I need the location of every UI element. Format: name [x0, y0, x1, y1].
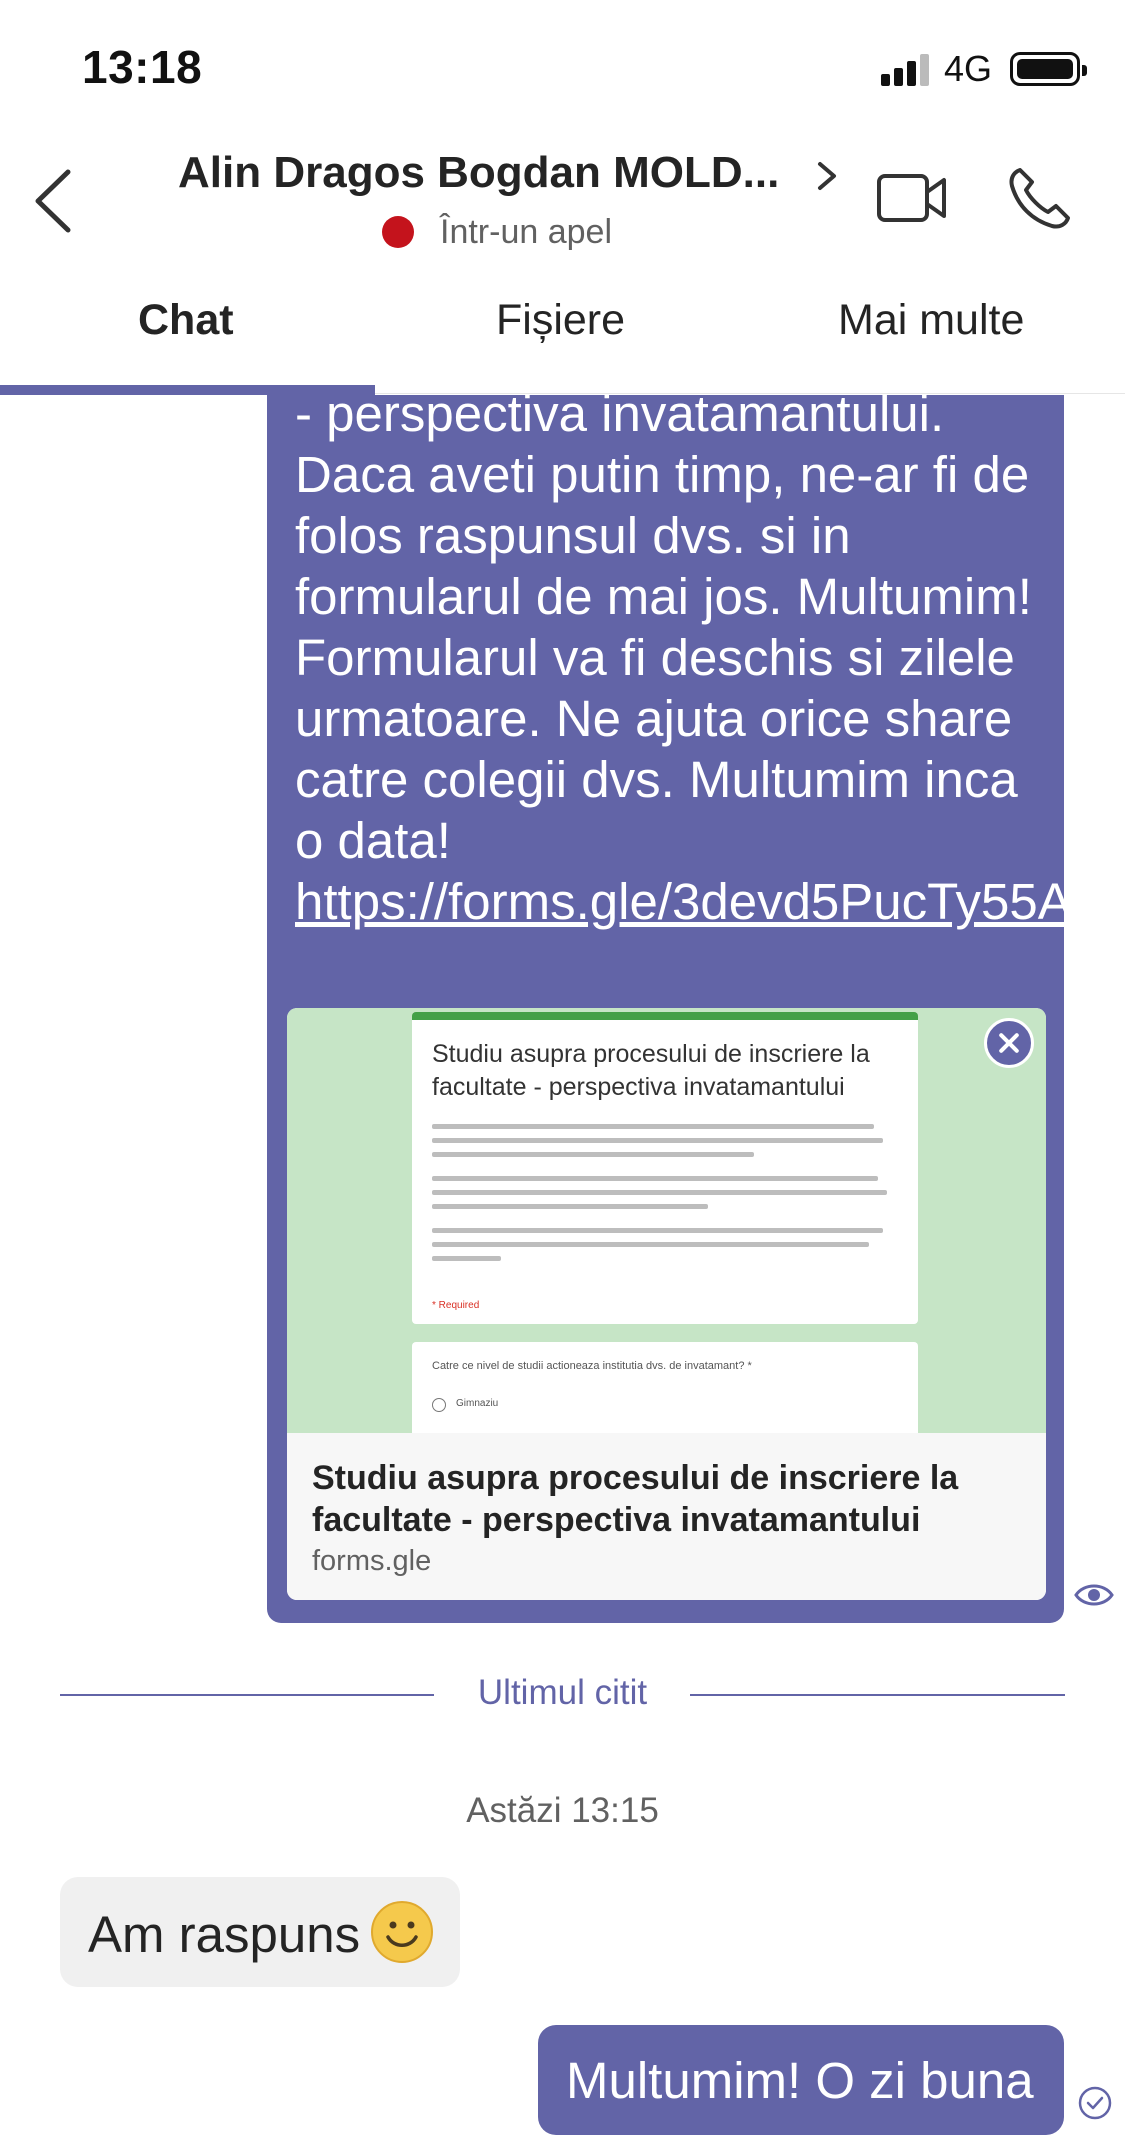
- audio-call-button[interactable]: [1006, 166, 1072, 232]
- incoming-message[interactable]: Am raspuns: [60, 1877, 460, 1987]
- signal-icon: [881, 54, 931, 86]
- link-preview-domain: forms.gle: [312, 1545, 432, 1577]
- close-icon[interactable]: [984, 1018, 1034, 1068]
- phone-call-icon: [1009, 168, 1070, 229]
- tab-more[interactable]: Mai multe: [838, 296, 1024, 345]
- message-body: - perspectiva invatamantului. Daca aveti…: [295, 395, 1032, 869]
- last-read-divider: Ultimul citit: [60, 1665, 1065, 1725]
- video-call-button[interactable]: [876, 170, 948, 226]
- message-text: - perspectiva invatamantului. Daca aveti…: [295, 395, 1125, 932]
- network-type: 4G: [944, 48, 993, 89]
- video-call-icon: [877, 174, 946, 222]
- active-tab-indicator: [0, 385, 375, 395]
- back-chevron-icon: [35, 169, 71, 233]
- contact-details-chevron[interactable]: [812, 156, 842, 196]
- presence-status: Într-un apel: [382, 210, 612, 254]
- divider-line: [690, 1694, 1065, 1696]
- tab-files[interactable]: Fișiere: [496, 296, 625, 345]
- chat-header: Alin Dragos Bogdan MOLD... Într-un apel: [0, 130, 1125, 260]
- form-question-sheet: Catre ce nivel de studii actioneaza inst…: [412, 1342, 918, 1433]
- battery-icon: [1010, 52, 1087, 86]
- presence-text: Într-un apel: [440, 212, 612, 251]
- radio-icon: [432, 1398, 446, 1412]
- contact-name[interactable]: Alin Dragos Bogdan MOLD...: [178, 148, 798, 198]
- seen-eye-icon: [1074, 1581, 1114, 1609]
- outgoing-message[interactable]: - perspectiva invatamantului. Daca aveti…: [267, 395, 1125, 1623]
- back-button[interactable]: [30, 166, 80, 236]
- message-text: Am raspuns: [88, 1906, 361, 1963]
- form-description: [432, 1124, 892, 1270]
- tab-bar: Chat Fișiere Mai multe: [0, 262, 1125, 395]
- presence-busy-dot: [382, 216, 414, 248]
- link-preview-footer: Studiu asupra procesului de inscriere la…: [287, 1433, 1046, 1600]
- form-option: Gimnaziu: [456, 1398, 499, 1409]
- sent-check-icon: [1077, 2085, 1113, 2121]
- message-timestamp: Astăzi 13:15: [466, 1791, 659, 1830]
- form-required-note: * Required: [432, 1300, 480, 1311]
- tab-chat[interactable]: Chat: [138, 296, 234, 345]
- link-preview-title: Studiu asupra procesului de inscriere la…: [312, 1459, 959, 1539]
- link-preview-image: Studiu asupra procesului de inscriere la…: [287, 1008, 1046, 1433]
- status-time: 13:18: [82, 41, 203, 93]
- chevron-right-icon: [818, 162, 836, 190]
- message-text: Multumim! O zi buna: [566, 2052, 1034, 2109]
- status-bar: 13:18 4G: [0, 0, 1125, 130]
- outgoing-message[interactable]: Multumim! O zi buna: [538, 2025, 1064, 2135]
- form-header-sheet: Studiu asupra procesului de inscriere la…: [412, 1012, 918, 1324]
- form-title: Studiu asupra procesului de inscriere la…: [432, 1040, 870, 1101]
- smiley-emoji: [371, 1901, 433, 1963]
- last-read-label: Ultimul citit: [477, 1673, 648, 1712]
- link-preview-card[interactable]: Studiu asupra procesului de inscriere la…: [287, 1008, 1046, 1600]
- chat-thread[interactable]: - perspectiva invatamantului. Daca aveti…: [0, 395, 1125, 2156]
- form-link[interactable]: https://forms.gle/3devd5PucTy55AQz8: [295, 873, 1125, 930]
- form-question: Catre ce nivel de studii actioneaza inst…: [432, 1360, 752, 1372]
